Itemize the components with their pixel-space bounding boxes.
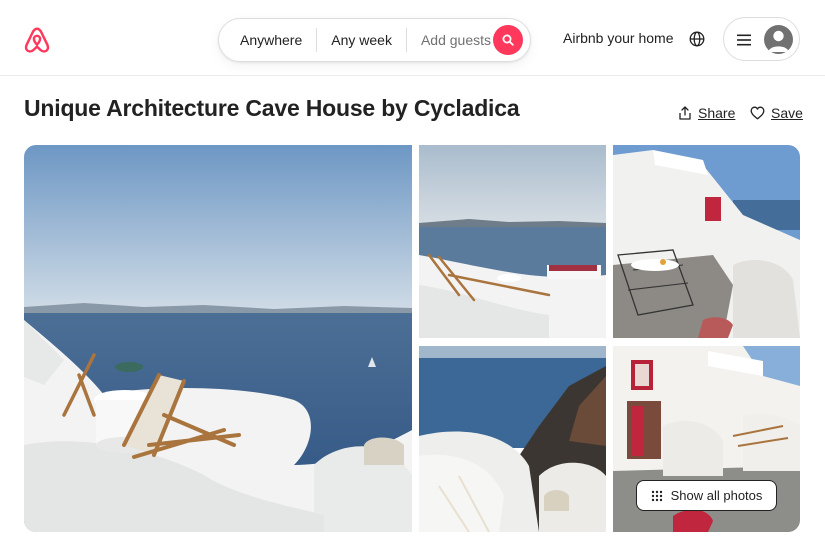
show-all-photos-button[interactable]: Show all photos <box>636 480 777 511</box>
user-avatar-icon <box>764 25 793 54</box>
save-label: Save <box>771 105 803 121</box>
save-button[interactable]: Save <box>750 105 803 121</box>
airbnb-logo-icon[interactable] <box>22 24 52 56</box>
grid-dots-icon <box>651 490 662 501</box>
airbnb-your-home-link[interactable]: Airbnb your home <box>563 30 674 46</box>
share-label: Share <box>698 105 736 121</box>
photo-gallery <box>24 145 800 532</box>
search-bar[interactable]: Anywhere Any week Add guests <box>218 18 531 62</box>
listing-photo-4[interactable] <box>419 346 606 532</box>
search-guests[interactable]: Add guests <box>407 28 491 52</box>
listing-title: Unique Architecture Cave House by Cyclad… <box>24 95 520 121</box>
globe-icon[interactable] <box>689 31 705 47</box>
heart-icon <box>750 106 765 120</box>
listing-photo-2[interactable] <box>419 145 606 338</box>
listing-photo-main[interactable] <box>24 145 412 532</box>
share-button[interactable]: Share <box>678 105 735 121</box>
menu-icon <box>737 34 751 46</box>
user-menu-button[interactable] <box>723 17 800 61</box>
search-button[interactable] <box>493 25 523 55</box>
share-icon <box>679 106 691 120</box>
search-icon <box>502 34 514 46</box>
search-dates[interactable]: Any week <box>317 28 406 52</box>
search-location[interactable]: Anywhere <box>219 28 316 52</box>
show-all-photos-label: Show all photos <box>670 488 763 503</box>
top-header: Anywhere Any week Add guests Airbnb your… <box>0 0 825 76</box>
listing-photo-3[interactable] <box>613 145 800 338</box>
